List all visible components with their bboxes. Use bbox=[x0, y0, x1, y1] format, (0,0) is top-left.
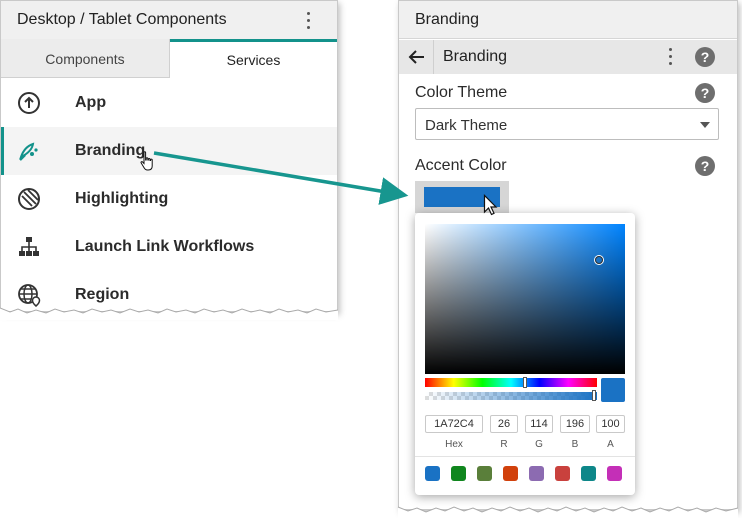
color-picker-popup: 1A72C4 26 114 196 100 Hex R G B A bbox=[415, 213, 635, 495]
alpha-gradient bbox=[425, 392, 597, 400]
tab-bar: Components Services bbox=[1, 39, 337, 79]
divider bbox=[433, 40, 434, 74]
nav-item-label: App bbox=[75, 94, 107, 111]
arrow-cursor-icon bbox=[483, 194, 498, 216]
color-theme-label: Color Theme bbox=[415, 84, 508, 101]
highlighting-icon bbox=[18, 188, 40, 210]
subheader-title: Branding bbox=[443, 48, 508, 65]
panel-header: Desktop / Tablet Components bbox=[1, 1, 337, 39]
divider bbox=[415, 456, 635, 457]
red-label: R bbox=[500, 439, 508, 450]
nav-item-app[interactable]: App bbox=[1, 79, 337, 127]
color-theme-select[interactable]: Dark Theme bbox=[415, 108, 719, 140]
more-options-icon[interactable] bbox=[307, 12, 311, 30]
chevron-down-icon bbox=[700, 122, 710, 128]
panel-title: Desktop / Tablet Components bbox=[17, 11, 227, 28]
preset-color-swatch[interactable] bbox=[451, 466, 466, 481]
green-input[interactable]: 114 bbox=[525, 415, 553, 433]
blue-input[interactable]: 196 bbox=[560, 415, 590, 433]
torn-edge bbox=[0, 307, 339, 320]
preset-color-swatch[interactable] bbox=[425, 466, 440, 481]
tab-components[interactable]: Components bbox=[1, 39, 170, 78]
hand-cursor-icon bbox=[140, 151, 153, 171]
preset-color-swatch[interactable] bbox=[607, 466, 622, 481]
torn-edge bbox=[397, 506, 739, 518]
back-arrow-icon[interactable] bbox=[408, 48, 426, 66]
tab-services[interactable]: Services bbox=[170, 39, 337, 79]
branding-subheader: Branding ? bbox=[399, 40, 737, 74]
alpha-slider-handle[interactable] bbox=[592, 390, 596, 401]
hierarchy-icon bbox=[19, 237, 39, 256]
callout-arrow bbox=[153, 151, 409, 205]
preset-colors bbox=[425, 466, 625, 484]
help-icon[interactable]: ? bbox=[695, 83, 715, 103]
preset-color-swatch[interactable] bbox=[503, 466, 518, 481]
red-input[interactable]: 26 bbox=[490, 415, 518, 433]
saturation-handle[interactable] bbox=[595, 256, 603, 264]
preset-color-swatch[interactable] bbox=[529, 466, 544, 481]
color-theme-value: Dark Theme bbox=[425, 117, 508, 134]
alpha-label: A bbox=[607, 439, 614, 450]
green-label: G bbox=[535, 439, 543, 450]
hue-slider-handle[interactable] bbox=[523, 377, 527, 388]
palette-brush-icon bbox=[19, 142, 38, 161]
panel-title: Branding bbox=[415, 11, 480, 28]
accent-color-label: Accent Color bbox=[415, 157, 507, 174]
nav-item-launch-link-workflows[interactable]: Launch Link Workflows bbox=[1, 223, 337, 271]
hex-label: Hex bbox=[445, 439, 463, 450]
help-icon[interactable]: ? bbox=[695, 156, 715, 176]
nav-item-label: Launch Link Workflows bbox=[75, 238, 255, 255]
preset-color-swatch[interactable] bbox=[555, 466, 570, 481]
blue-label: B bbox=[571, 439, 579, 450]
help-icon[interactable]: ? bbox=[695, 47, 715, 67]
alpha-input[interactable]: 100 bbox=[596, 415, 625, 433]
color-preview-swatch bbox=[601, 378, 625, 402]
app-upload-icon bbox=[18, 92, 40, 114]
more-options-icon[interactable] bbox=[669, 48, 673, 66]
hue-slider[interactable] bbox=[425, 377, 597, 388]
nav-item-label: Branding bbox=[75, 142, 146, 159]
panel-header: Branding bbox=[399, 1, 737, 39]
saturation-value-area[interactable] bbox=[425, 224, 625, 374]
hex-input[interactable]: 1A72C4 bbox=[425, 415, 483, 433]
preset-color-swatch[interactable] bbox=[581, 466, 596, 481]
alpha-slider[interactable] bbox=[425, 390, 597, 401]
preset-color-swatch[interactable] bbox=[477, 466, 492, 481]
